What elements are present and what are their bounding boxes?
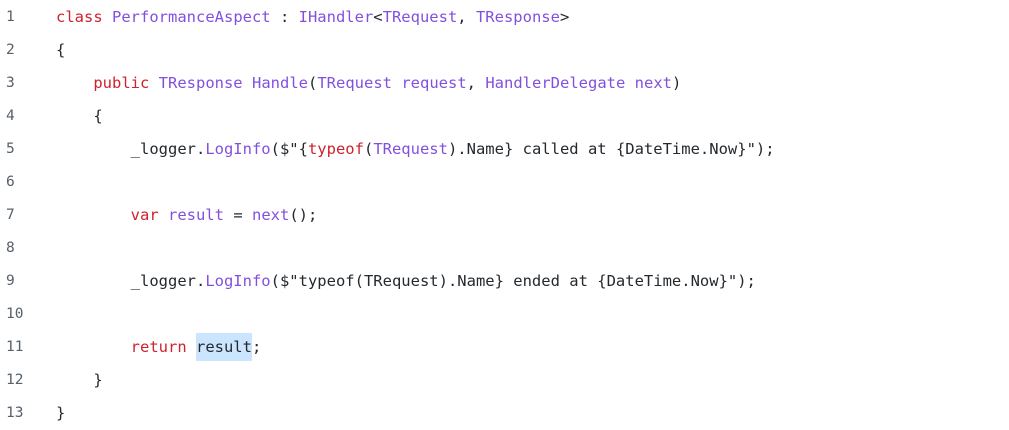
code-token: < bbox=[373, 8, 383, 26]
code-token: ( bbox=[363, 140, 374, 158]
line-number: 12 bbox=[6, 372, 24, 388]
code-token: (); bbox=[289, 206, 318, 224]
code-token: ($"{ bbox=[270, 140, 308, 158]
code-line[interactable]: 9 _logger.LogInfo($"typeof(TRequest).Nam… bbox=[0, 265, 1009, 298]
code-token: ).Name} called at {DateTime.Now}"); bbox=[447, 140, 775, 158]
code-token: } bbox=[56, 404, 66, 422]
code-token: TRequest bbox=[373, 140, 448, 158]
code-line[interactable]: 1 class PerformanceAspect : IHandler<TReq… bbox=[0, 1, 1009, 34]
line-number: 6 bbox=[6, 174, 15, 190]
code-token: LogInfo bbox=[205, 272, 271, 290]
code-token: HandlerDelegate bbox=[485, 74, 626, 92]
code-token: _logger. bbox=[130, 272, 206, 290]
code-token: TRequest bbox=[382, 8, 458, 26]
line-content[interactable]: _logger.LogInfo($"typeof(TRequest).Name}… bbox=[42, 265, 1009, 298]
line-number: 10 bbox=[6, 306, 24, 322]
line-number: 5 bbox=[6, 141, 15, 157]
line-content[interactable]: class PerformanceAspect : IHandler<TRequ… bbox=[42, 1, 1009, 34]
code-token: var bbox=[130, 206, 168, 224]
line-content[interactable]: } bbox=[42, 397, 1009, 430]
line-number: 7 bbox=[6, 207, 15, 223]
code-line[interactable]: 2{ bbox=[0, 34, 1009, 67]
code-token: ; bbox=[251, 338, 262, 356]
code-token: class bbox=[56, 8, 112, 26]
code-line[interactable]: 12 } bbox=[0, 364, 1009, 397]
line-content[interactable] bbox=[42, 298, 1009, 331]
line-content[interactable]: var result = next(); bbox=[42, 199, 1009, 232]
code-token: next bbox=[251, 206, 290, 224]
line-number: 13 bbox=[6, 405, 24, 421]
line-number: 9 bbox=[6, 273, 15, 289]
code-line[interactable]: 4 { bbox=[0, 100, 1009, 133]
code-token: return bbox=[130, 338, 196, 356]
code-line[interactable]: 13} bbox=[0, 397, 1009, 430]
code-token: ( bbox=[308, 74, 318, 92]
code-line[interactable]: 3 public TResponse Handle(TRequest reque… bbox=[0, 67, 1009, 100]
line-content[interactable] bbox=[42, 166, 1009, 199]
code-token: TRequest bbox=[317, 74, 392, 92]
code-token: > bbox=[559, 8, 570, 26]
code-token: _logger. bbox=[130, 140, 206, 158]
line-number: 4 bbox=[6, 108, 15, 124]
code-token: : bbox=[270, 8, 299, 26]
code-token: IHandler bbox=[298, 8, 374, 26]
line-number: 8 bbox=[6, 240, 15, 256]
line-content[interactable]: { bbox=[42, 34, 1009, 67]
code-line[interactable]: 10 bbox=[0, 298, 1009, 331]
line-number: 3 bbox=[6, 75, 15, 91]
code-token: Handle bbox=[252, 74, 308, 92]
code-token: } bbox=[93, 371, 103, 389]
line-content[interactable] bbox=[42, 232, 1009, 265]
code-token: request bbox=[401, 74, 467, 92]
code-token: ($"typeof(TRequest).Name} ended at {Date… bbox=[270, 272, 756, 290]
code-token: TResponse bbox=[158, 74, 243, 92]
code-line[interactable]: 8 bbox=[0, 232, 1009, 265]
code-token: public bbox=[93, 74, 159, 92]
line-content[interactable]: { bbox=[42, 100, 1009, 133]
code-token: next bbox=[634, 74, 672, 92]
code-token: PerformanceAspect bbox=[112, 8, 271, 26]
line-number: 1 bbox=[6, 9, 15, 25]
code-line[interactable]: 11 return result; bbox=[0, 331, 1009, 364]
line-number: 11 bbox=[6, 339, 24, 355]
code-line[interactable]: 7 var result = next(); bbox=[0, 199, 1009, 232]
code-token: = bbox=[223, 206, 252, 224]
code-token: { bbox=[93, 107, 103, 125]
code-token: { bbox=[56, 41, 66, 59]
code-token: ) bbox=[672, 74, 682, 92]
selected-token: result bbox=[195, 333, 252, 361]
code-token: TResponse bbox=[475, 8, 560, 26]
line-content[interactable]: public TResponse Handle(TRequest request… bbox=[42, 67, 1009, 100]
code-token: LogInfo bbox=[205, 140, 271, 158]
code-token: result bbox=[167, 206, 224, 224]
line-number: 2 bbox=[6, 42, 15, 58]
line-content[interactable]: } bbox=[42, 364, 1009, 397]
code-token: typeof bbox=[307, 140, 364, 158]
code-token: , bbox=[457, 8, 476, 26]
code-line[interactable]: 6 bbox=[0, 166, 1009, 199]
line-content[interactable]: _logger.LogInfo($"{typeof(TRequest).Name… bbox=[42, 133, 1009, 166]
code-token: , bbox=[466, 74, 486, 92]
code-line[interactable]: 5 _logger.LogInfo($"{typeof(TRequest).Na… bbox=[0, 133, 1009, 166]
line-content[interactable]: return result; bbox=[42, 331, 1009, 364]
code-editor[interactable]: 1 class PerformanceAspect : IHandler<TReq… bbox=[0, 0, 1009, 425]
